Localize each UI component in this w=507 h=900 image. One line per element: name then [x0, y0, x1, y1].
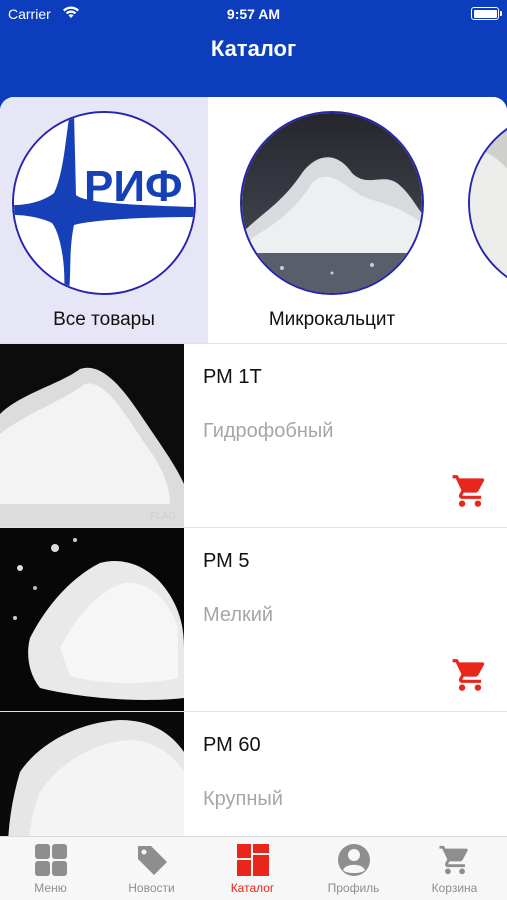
product-description: Гидрофобный: [203, 420, 334, 442]
catalog-icon: [237, 844, 269, 876]
category-label: Микрокальцит: [268, 309, 396, 330]
tab-bar: Меню Новости Каталог Профиль Корзина: [0, 836, 507, 900]
add-to-cart-icon[interactable]: [450, 656, 490, 694]
tab-label: Меню: [34, 881, 67, 895]
product-row[interactable]: РМ 5 Мелкий: [0, 528, 507, 711]
product-row[interactable]: FLAG РМ 1Т Гидрофобный: [0, 344, 507, 527]
powder-photo-icon: [240, 111, 424, 295]
battery-icon: [471, 7, 502, 20]
tab-label: Корзина: [431, 881, 478, 895]
tab-profile[interactable]: Профиль: [303, 837, 404, 900]
status-bar: Carrier 9:57 AM: [0, 0, 507, 28]
page-title: Каталог: [210, 36, 297, 61]
tab-menu[interactable]: Меню: [0, 837, 101, 900]
tab-label: Новости: [128, 881, 175, 895]
cart-icon: [439, 845, 468, 875]
rif-logo-icon: РИФ: [12, 111, 196, 295]
category-partial[interactable]: [456, 97, 507, 343]
tab-label: Профиль: [327, 881, 380, 895]
app-screen: Carrier 9:57 AM Каталог РИФ Все товары М…: [0, 0, 507, 900]
svg-text:FLAG: FLAG: [150, 511, 176, 522]
category-all-products[interactable]: РИФ Все товары: [0, 97, 208, 343]
tag-icon: [138, 846, 167, 875]
tab-cart[interactable]: Корзина: [404, 837, 505, 900]
clock: 9:57 AM: [226, 6, 281, 22]
product-name: РМ 5: [203, 550, 250, 572]
product-description: Мелкий: [203, 604, 274, 626]
tab-news[interactable]: Новости: [101, 837, 202, 900]
svg-text:РИФ: РИФ: [84, 162, 183, 211]
content-sheet: РИФ Все товары Микрокальцит FLAG РМ 1Т Г…: [0, 97, 507, 900]
category-microcalcite[interactable]: Микрокальцит: [228, 97, 436, 343]
product-name: РМ 1Т: [203, 366, 262, 388]
tab-catalog[interactable]: Каталог: [202, 837, 303, 900]
grid-icon: [35, 844, 67, 876]
add-to-cart-icon[interactable]: [450, 472, 490, 510]
product-description: Крупный: [203, 788, 283, 810]
tab-label: Каталог: [230, 881, 275, 895]
category-carousel[interactable]: РИФ Все товары Микрокальцит: [0, 97, 507, 343]
powder-photo-icon: [468, 111, 507, 295]
product-name: РМ 60: [203, 734, 261, 756]
profile-icon: [338, 844, 370, 876]
product-image: FLAG: [0, 344, 184, 527]
category-label: Все товары: [53, 309, 155, 330]
product-image: [0, 528, 184, 711]
